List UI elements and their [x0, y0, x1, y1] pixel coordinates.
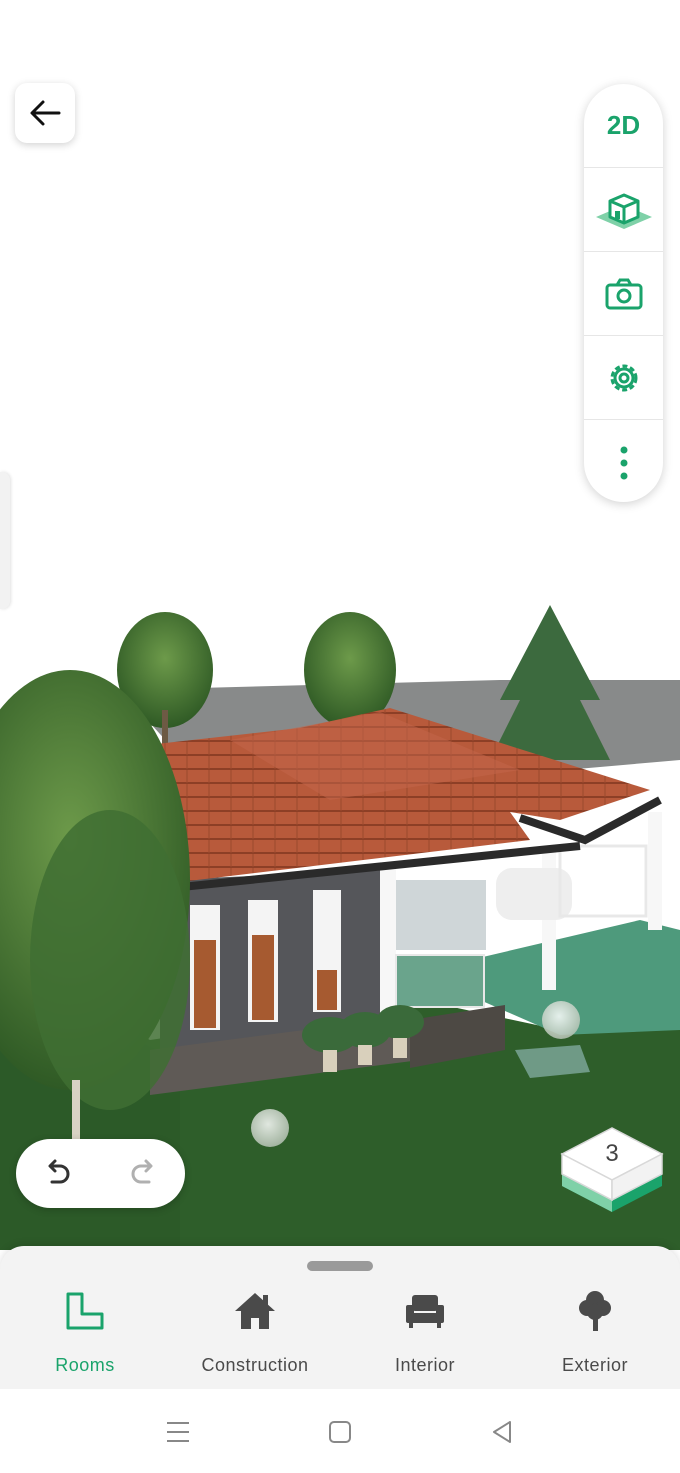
tree-trunk [72, 1080, 80, 1140]
redo-icon [131, 1159, 153, 1183]
settings-icon [610, 364, 637, 391]
more-icon [620, 446, 627, 480]
tab-rooms[interactable]: Rooms [0, 1286, 170, 1376]
sofa-icon [406, 1294, 444, 1328]
arrow-left-icon [30, 100, 61, 126]
bottom-category-panel: Rooms Construction Interior Exterior [0, 1246, 680, 1389]
floor-layers-icon [560, 1127, 664, 1212]
settings-button[interactable] [584, 336, 663, 420]
porch-column [648, 812, 662, 930]
camera-icon [605, 278, 642, 309]
view-toolbar: 2D [584, 84, 663, 502]
tab-label: Exterior [561, 1355, 628, 1375]
back-button[interactable] [15, 83, 75, 143]
window-shutter [194, 940, 216, 1028]
porch-railing [395, 954, 485, 1008]
view-2d-button[interactable]: 2D [584, 84, 663, 168]
floor-selector-button[interactable]: 3 [558, 1122, 666, 1214]
window-shutter [252, 935, 274, 1020]
home-button[interactable] [322, 1414, 358, 1450]
triangle-back-icon [493, 1421, 511, 1443]
panel-drag-handle[interactable] [307, 1261, 373, 1271]
menu-icon [167, 1422, 189, 1442]
system-back-button[interactable] [484, 1414, 520, 1450]
window-shutter [317, 970, 337, 1010]
floor-level: 3 [605, 1140, 619, 1167]
tab-label: Rooms [55, 1355, 115, 1375]
square-icon [329, 1421, 351, 1443]
view-3d-button[interactable] [584, 168, 663, 252]
tab-label: Interior [394, 1355, 456, 1375]
more-options-button[interactable] [584, 420, 663, 502]
porch-column [380, 868, 396, 1018]
side-drawer-handle[interactable] [0, 472, 10, 609]
view-2d-label: 2D [606, 110, 641, 140]
tab-label: Construction [201, 1355, 309, 1375]
tree [30, 810, 190, 1110]
3d-view-icon [595, 193, 652, 229]
screenshot-button[interactable] [584, 252, 663, 336]
undo-redo-control [16, 1139, 185, 1208]
tab-interior[interactable]: Interior [340, 1286, 510, 1376]
rooms-icon [66, 1292, 104, 1329]
house-icon [235, 1292, 275, 1329]
tab-construction[interactable]: Construction [170, 1286, 340, 1376]
tab-exterior[interactable]: Exterior [510, 1286, 680, 1376]
undo-button[interactable] [33, 1149, 83, 1199]
carport-fence [558, 844, 648, 918]
porch-glass [396, 880, 486, 950]
tree-icon [579, 1290, 611, 1331]
3d-house-viewport[interactable] [0, 0, 680, 1250]
camera-point[interactable] [251, 1109, 289, 1147]
redo-button[interactable] [118, 1149, 168, 1199]
camera-point[interactable] [542, 1001, 580, 1039]
recent-apps-button[interactable] [160, 1414, 196, 1450]
undo-icon [48, 1159, 70, 1183]
